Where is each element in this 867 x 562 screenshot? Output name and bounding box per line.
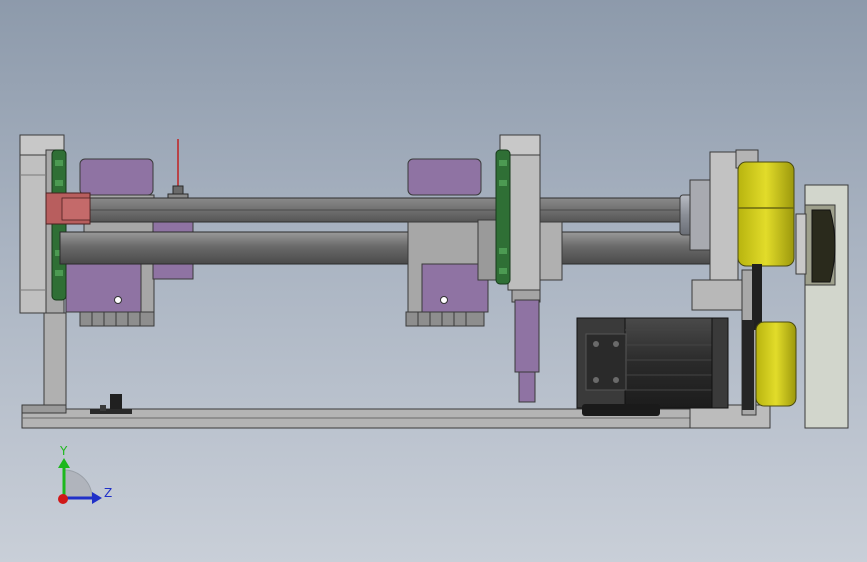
probe-arm[interactable] xyxy=(514,299,540,403)
triad-z-arrowhead xyxy=(92,492,102,504)
cad-viewport[interactable]: Y Z xyxy=(0,0,867,562)
upper-guide-rod[interactable] xyxy=(59,197,701,223)
triad-y-label: Y xyxy=(59,444,68,458)
side-cover-panel[interactable] xyxy=(795,184,849,429)
triad-y-arrowhead xyxy=(58,458,70,468)
left-clamp-block[interactable] xyxy=(45,192,91,225)
servo-motor[interactable] xyxy=(576,317,729,416)
left-sprocket[interactable] xyxy=(51,149,67,301)
triad-z-label: Z xyxy=(104,486,112,500)
sensor-indicator[interactable] xyxy=(167,139,189,199)
upper-drive-pulley[interactable] xyxy=(737,161,795,267)
right-carriage[interactable] xyxy=(405,158,489,327)
coordinate-triad: Y Z xyxy=(58,444,112,504)
lower-drive-pulley[interactable] xyxy=(755,321,797,407)
triad-quadrant xyxy=(63,469,93,499)
middle-sprocket[interactable] xyxy=(495,149,511,285)
base-bracket[interactable] xyxy=(90,394,132,414)
main-shaft[interactable] xyxy=(59,231,711,265)
triad-origin xyxy=(58,494,68,504)
